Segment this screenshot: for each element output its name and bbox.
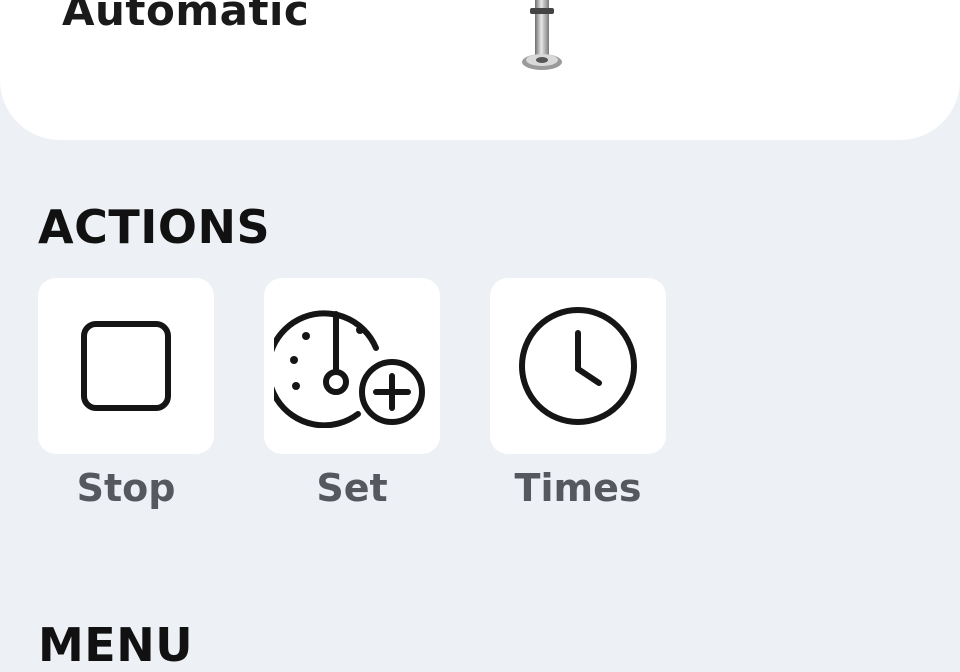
- set-action-label: Set: [316, 466, 388, 510]
- menu-section-title: MENU: [38, 618, 194, 672]
- clock-icon: [519, 307, 637, 425]
- set-action-box[interactable]: [264, 278, 440, 454]
- stop-action-button[interactable]: Stop: [38, 278, 214, 510]
- times-action-label: Times: [514, 466, 642, 510]
- set-action-button[interactable]: Set: [264, 278, 440, 510]
- status-card: Automatic: [0, 0, 960, 140]
- timer-add-icon: [274, 310, 425, 428]
- times-action-box[interactable]: [490, 278, 666, 454]
- actions-section-title: ACTIONS: [38, 200, 271, 254]
- valve-stem-icon: [522, 0, 562, 70]
- stop-action-box[interactable]: [38, 278, 214, 454]
- stop-square-icon: [81, 321, 171, 411]
- times-action-button[interactable]: Times: [490, 278, 666, 510]
- stop-action-label: Stop: [76, 466, 176, 510]
- mode-value: Automatic: [62, 0, 310, 35]
